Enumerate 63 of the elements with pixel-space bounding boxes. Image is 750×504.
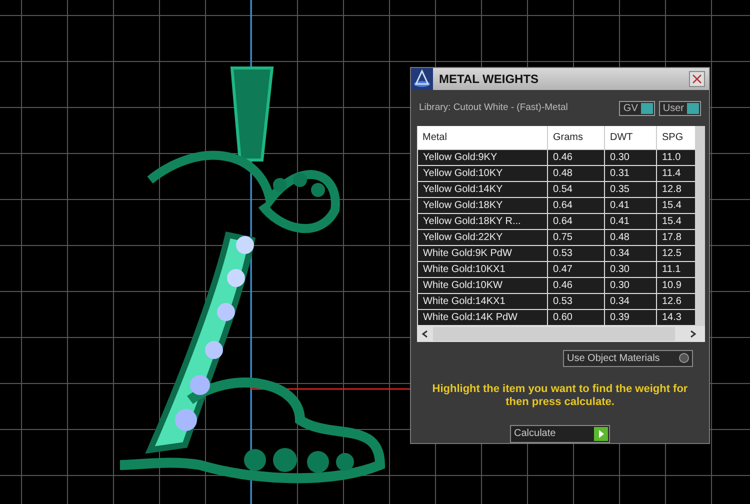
table-cell: White Gold:14K PdW <box>418 309 548 325</box>
table-cell: 17.8 <box>656 229 695 245</box>
column-header[interactable]: SPG <box>656 126 695 149</box>
table-cell: White Gold:9K PdW <box>418 245 548 261</box>
table-cell: Yellow Gold:18KY R... <box>418 213 548 229</box>
table-cell: 0.30 <box>604 261 656 277</box>
table-cell: 0.48 <box>548 165 604 181</box>
table-cell: 10.9 <box>656 277 695 293</box>
toggle-switch[interactable]: GV <box>619 100 655 116</box>
vertical-scrollbar[interactable] <box>695 126 705 326</box>
table-cell: 15.4 <box>656 213 695 229</box>
table-cell: 12.8 <box>656 181 695 197</box>
table-cell: White Gold:10KX1 <box>418 261 548 277</box>
table-cell: 0.34 <box>604 245 656 261</box>
table-cell: Yellow Gold:9KY <box>418 149 548 165</box>
table-cell: 0.47 <box>548 261 604 277</box>
table-cell: 12.5 <box>656 245 695 261</box>
chevron-left-icon[interactable] <box>421 330 429 338</box>
table-cell: 0.30 <box>604 149 656 165</box>
table-cell: 0.64 <box>548 213 604 229</box>
library-label: Library: Cutout White - (Fast)-Metal <box>419 100 568 115</box>
window-title: METAL WEIGHTS <box>438 71 540 88</box>
table-cell: 0.41 <box>604 213 656 229</box>
table-cell: 15.4 <box>656 197 695 213</box>
table-cell: 11.1 <box>656 261 695 277</box>
table-cell: White Gold:14KX1 <box>418 293 548 309</box>
table-cell: 0.41 <box>604 197 656 213</box>
table-cell: 11.0 <box>656 149 695 165</box>
table-cell: 0.53 <box>548 293 604 309</box>
table-cell: 0.34 <box>604 293 656 309</box>
table-cell: 0.53 <box>548 245 604 261</box>
chevron-right-icon[interactable] <box>689 330 697 338</box>
close-icon <box>692 74 702 84</box>
table-cell: 14.3 <box>656 309 695 325</box>
table-cell: 0.60 <box>548 309 604 325</box>
horizontal-scrollbar[interactable] <box>417 326 705 342</box>
instruction-text: Highlight the item you want to find the weight for then press calculate. <box>431 382 689 408</box>
table-cell: White Gold:10KW <box>418 277 548 293</box>
table-cell: Yellow Gold:10KY <box>418 165 548 181</box>
column-header[interactable]: Grams <box>548 126 604 149</box>
table-cell: 0.64 <box>548 197 604 213</box>
table-cell: 0.39 <box>604 309 656 325</box>
table-cell: 0.48 <box>604 229 656 245</box>
table-cell: Yellow Gold:18KY <box>418 197 548 213</box>
table-cell: Yellow Gold:22KY <box>418 229 548 245</box>
table-cell: 0.46 <box>548 277 604 293</box>
table-cell: 0.30 <box>604 277 656 293</box>
calculate-button[interactable]: Calculate <box>510 424 610 442</box>
close-button[interactable] <box>689 71 705 87</box>
table-cell: 0.46 <box>548 149 604 165</box>
column-header[interactable]: DWT <box>604 126 656 149</box>
play-icon <box>594 426 608 440</box>
table-cell: 12.6 <box>656 293 695 309</box>
toggle-switch[interactable]: User <box>658 100 701 116</box>
table-cell: 11.4 <box>656 165 695 181</box>
app-logo-icon <box>411 68 433 90</box>
table-cell: 0.75 <box>548 229 604 245</box>
column-header[interactable]: Metal <box>418 126 548 149</box>
use-object-materials-toggle[interactable]: Use Object Materials <box>563 350 693 366</box>
table-cell: 0.54 <box>548 181 604 197</box>
table-cell: Yellow Gold:14KY <box>418 181 548 197</box>
table-cell: 0.35 <box>604 181 656 197</box>
table-cell: 0.31 <box>604 165 656 181</box>
